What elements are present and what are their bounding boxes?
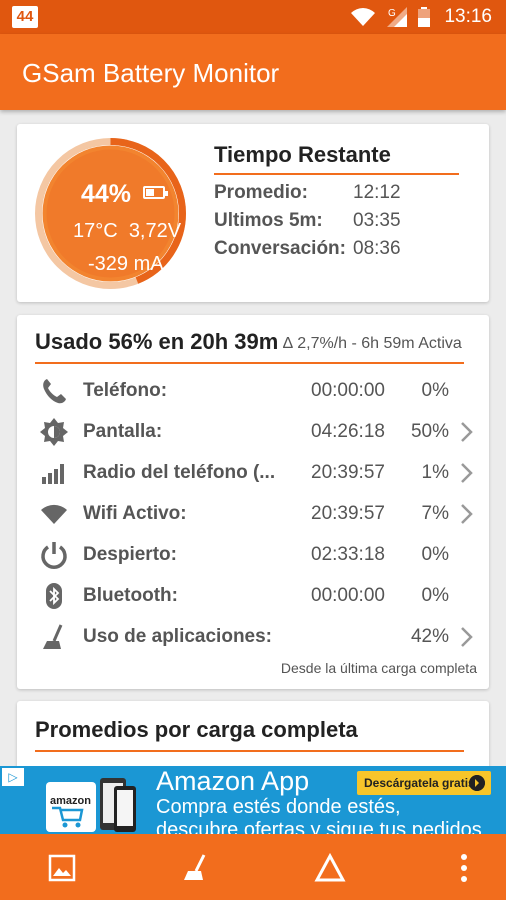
usage-label: Pantalla: bbox=[83, 421, 163, 442]
remaining-value-last5m: 03:35 bbox=[353, 210, 401, 231]
remaining-title: Tiempo Restante bbox=[214, 142, 391, 167]
ad-line-1: Compra estés donde estés, bbox=[156, 796, 401, 818]
app-bar: GSam Battery Monitor bbox=[0, 34, 506, 110]
notification-badge: 44 bbox=[12, 6, 38, 28]
usage-label: Radio del teléfono (... bbox=[83, 462, 276, 483]
battery-icon bbox=[143, 186, 168, 199]
brightness-icon bbox=[40, 418, 68, 446]
status-icons: G 13:16 bbox=[350, 0, 492, 34]
clock: 13:16 bbox=[444, 6, 492, 27]
remaining-label-average: Promedio: bbox=[214, 182, 308, 203]
usage-time: 20:39:57 bbox=[311, 503, 385, 524]
usage-row-wifi[interactable]: Wifi Activo: 20:39:57 7% bbox=[17, 493, 489, 533]
usage-percent: 0% bbox=[421, 380, 449, 401]
usage-rate: ∆ 2,7%/h - 6h 59m Activa bbox=[283, 335, 462, 352]
battery-current: -329 mA bbox=[88, 253, 164, 275]
battery-voltage: 3,72V bbox=[128, 220, 182, 242]
status-bar: 44 G 13:16 bbox=[0, 0, 506, 34]
ad-banner[interactable]: ▷ amazon Amazon App Compra estés donde e… bbox=[0, 766, 506, 834]
phone-icon bbox=[43, 379, 66, 404]
usage-label: Uso de aplicaciones: bbox=[83, 626, 273, 647]
triangle-icon[interactable] bbox=[313, 851, 347, 885]
ad-download-label: Descárgatela gratis bbox=[364, 776, 475, 790]
signal-bars-icon bbox=[42, 464, 64, 484]
battery-temp-voltage: 17°C 3,72V bbox=[73, 220, 181, 243]
broom-icon[interactable] bbox=[178, 851, 212, 885]
chevron-right-icon bbox=[461, 627, 473, 647]
usage-time: 00:00:00 bbox=[311, 380, 385, 401]
usage-percent: 42% bbox=[410, 626, 449, 647]
arrow-right-icon bbox=[469, 775, 485, 791]
usage-time: 02:33:18 bbox=[311, 544, 385, 565]
bluetooth-icon bbox=[46, 583, 62, 609]
more-vert-icon[interactable] bbox=[447, 851, 481, 885]
ad-info-icon[interactable]: ▷ bbox=[2, 768, 24, 786]
bottom-action-bar bbox=[0, 834, 506, 900]
power-icon bbox=[41, 542, 67, 569]
battery-percent: 44% bbox=[81, 180, 132, 208]
usage-footer: Desde la última carga completa bbox=[280, 660, 477, 676]
ad-line-2: descubre ofertas y sigue tus pedidos bbox=[156, 819, 482, 834]
wifi-status-icon bbox=[351, 8, 376, 26]
usage-label: Wifi Activo: bbox=[83, 503, 187, 524]
usage-title: Usado 56% en 20h 39m bbox=[35, 329, 279, 354]
usage-card: Usado 56% en 20h 39m ∆ 2,7%/h - 6h 59m A… bbox=[17, 315, 489, 689]
usage-row-awake[interactable]: Despierto: 02:33:18 0% bbox=[17, 534, 489, 574]
battery-status-icon bbox=[418, 7, 431, 27]
chevron-right-icon bbox=[461, 422, 473, 442]
usage-row-apps[interactable]: Uso de aplicaciones: 42% bbox=[17, 616, 489, 656]
divider bbox=[35, 750, 464, 752]
usage-row-radio[interactable]: Radio del teléfono (... 20:39:57 1% bbox=[17, 452, 489, 492]
chevron-right-icon bbox=[461, 504, 473, 524]
usage-percent: 1% bbox=[421, 462, 449, 483]
usage-percent: 0% bbox=[421, 544, 449, 565]
ad-title: Amazon App bbox=[156, 766, 310, 796]
battery-summary-card[interactable]: 44% 17°C 3,72V -329 mA Tiempo Restante P… bbox=[17, 124, 489, 302]
usage-percent: 50% bbox=[410, 421, 449, 442]
remaining-value-talk: 08:36 bbox=[353, 238, 401, 259]
usage-time: 20:39:57 bbox=[311, 462, 385, 483]
ad-brand: amazon bbox=[50, 795, 91, 807]
usage-time: 00:00:00 bbox=[311, 585, 385, 606]
usage-percent: 7% bbox=[421, 503, 449, 524]
remaining-value-average: 12:12 bbox=[353, 182, 401, 203]
divider bbox=[214, 173, 459, 175]
usage-percent: 0% bbox=[421, 585, 449, 606]
broom-icon bbox=[43, 624, 63, 649]
usage-time: 04:26:18 bbox=[311, 421, 385, 442]
usage-row-screen[interactable]: Pantalla: 04:26:18 50% bbox=[17, 411, 489, 451]
remaining-label-talk: Conversación: bbox=[214, 238, 346, 259]
amazon-app-logo: amazon bbox=[46, 778, 136, 832]
usage-row-phone[interactable]: Teléfono: 00:00:00 0% bbox=[17, 370, 489, 410]
wifi-icon bbox=[41, 504, 67, 524]
usage-label: Bluetooth: bbox=[83, 585, 178, 606]
usage-label: Teléfono: bbox=[83, 380, 168, 401]
battery-temperature: 17°C bbox=[73, 220, 118, 242]
cell-signal-icon: G bbox=[387, 7, 408, 27]
divider bbox=[35, 362, 464, 364]
battery-gauge: 44% 17°C 3,72V -329 mA bbox=[33, 136, 188, 291]
ad-download-button[interactable]: Descárgatela gratis bbox=[357, 771, 491, 795]
averages-title: Promedios por carga completa bbox=[35, 717, 358, 742]
remaining-label-last5m: Ultimos 5m: bbox=[214, 210, 323, 231]
cell-signal-label: G bbox=[388, 8, 396, 19]
image-icon[interactable] bbox=[45, 851, 79, 885]
app-title: GSam Battery Monitor bbox=[22, 58, 280, 88]
usage-row-bluetooth[interactable]: Bluetooth: 00:00:00 0% bbox=[17, 575, 489, 615]
usage-label: Despierto: bbox=[83, 544, 177, 565]
chevron-right-icon bbox=[461, 463, 473, 483]
